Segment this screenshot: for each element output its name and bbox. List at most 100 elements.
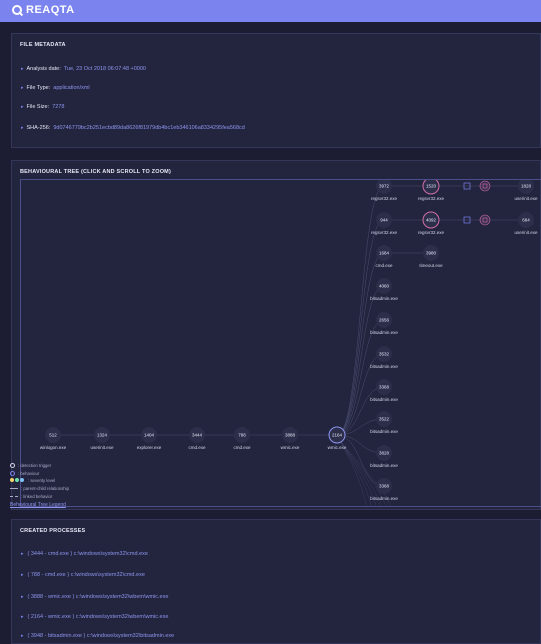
process-node[interactable]: 3444 cmd.exe [188, 427, 206, 450]
caret-icon: ▸ [21, 594, 24, 600]
process-node[interactable]: 3888 wmic.exe [281, 427, 300, 450]
file-metadata-heading: FILE METADATA [20, 42, 66, 48]
legend-linked: : linked behavior [10, 492, 69, 500]
node-name: winlogon.exe [40, 445, 67, 450]
node-pid: 3828 [379, 451, 390, 456]
node-name: bitsadmin.exe [370, 330, 398, 335]
behavioural-tree-panel: BEHAVIOURAL TREE (CLICK AND SCROLL TO ZO… [11, 160, 541, 510]
node-pid: 3522 [379, 417, 390, 422]
legend-label: : severity level [28, 478, 56, 484]
node-name: cmd.exe [188, 445, 206, 450]
metadata-value: 9d0746779bc2b251ecbd89da8626f81979db4bc1… [53, 125, 245, 131]
top-bar: REAQTA [0, 0, 541, 22]
node-name: timeout.exe [419, 263, 443, 268]
process-node[interactable]: 1324 userinit.exe [90, 427, 114, 450]
tree-graph[interactable]: 512 winlogon.exe 1324 userinit.exe 1404 explo… [21, 180, 541, 507]
process-node[interactable]: 3368 bitsadmin.exe [370, 478, 398, 501]
node-pid: 1520 [426, 184, 437, 189]
process-node[interactable]: 512 winlogon.exe [40, 427, 67, 450]
node-pid: 2656 [379, 318, 390, 323]
node-name: bitsadmin.exe [370, 364, 398, 369]
process-node[interactable]: 1684 cmd.exe [375, 245, 393, 268]
reaqta-logo[interactable]: REAQTA [12, 4, 75, 16]
process-node[interactable]: 3980 timeout.exe [419, 245, 443, 268]
behaviour-icon[interactable] [479, 180, 491, 192]
process-row[interactable]: ▸ ( 2164 - wmic.exe ) c:\windows\system3… [21, 614, 168, 620]
process-row[interactable]: ▸ ( 3888 - wmic.exe ) c:\windows\system3… [21, 594, 168, 600]
process-node[interactable]: 3532 bitsadmin.exe [370, 346, 398, 369]
created-processes-panel: CREATED PROCESSES ▸ ( 3444 - cmd.exe ) c… [11, 519, 541, 644]
caret-icon: ▸ [21, 633, 24, 639]
process-node[interactable]: 2164 wmic.exe [328, 426, 347, 450]
legend-label: : linked behavior [21, 493, 53, 499]
process-row[interactable]: ▸ ( 3948 - bitsadmin.exe ) c:\windows\sy… [21, 633, 174, 639]
node-pid: 944 [380, 218, 388, 223]
process-node[interactable]: 4060 bitsadmin.exe [370, 278, 398, 301]
node-pid: 3444 [192, 433, 203, 438]
metadata-value: Tue, 23 Oct 2018 06:07:48 +0000 [63, 66, 146, 72]
process-node[interactable]: 3972 regsvr32.exe [371, 180, 398, 201]
node-name: bitsadmin.exe [370, 429, 398, 434]
metadata-key: File Size: [26, 104, 50, 110]
node-name: cmd.exe [375, 263, 393, 268]
legend-severity: : severity level [10, 477, 69, 485]
line-icon [10, 488, 18, 490]
node-name: wmic.exe [328, 445, 347, 450]
caret-icon: ▸ [21, 614, 24, 620]
node-name: userinit.exe [90, 445, 114, 450]
node-pid: 1324 [97, 433, 108, 438]
node-name: regsvr32.exe [418, 230, 445, 235]
process-node[interactable]: 1404 explorer.exe [137, 427, 162, 450]
node-pid: 3368 [379, 484, 390, 489]
behaviour-icon[interactable] [479, 214, 491, 226]
legend-parent-child: : parent-child relationship [10, 485, 69, 493]
process-node[interactable]: 2656 bitsadmin.exe [370, 312, 398, 335]
caret-icon: ▸ [21, 125, 24, 131]
node-name: userinit.exe [514, 196, 538, 201]
process-node[interactable]: 3522 bitsadmin.exe [370, 411, 398, 434]
node-pid: 1828 [521, 184, 532, 189]
node-name: regsvr32.exe [371, 196, 398, 201]
process-node[interactable]: 4092 regsvr32.exe [418, 211, 445, 235]
caret-icon: ▸ [21, 66, 24, 72]
process-node[interactable]: 3828 bitsadmin.exe [370, 445, 398, 468]
node-pid: 512 [49, 433, 57, 438]
process-label: ( 2164 - wmic.exe ) c:\windows\system32\… [27, 614, 169, 620]
process-node[interactable]: 1828 userinit.exe [514, 180, 538, 201]
ring-icon [10, 470, 15, 476]
caret-icon: ▸ [21, 551, 24, 557]
metadata-value: 7278 [52, 104, 65, 110]
node-pid: 3972 [379, 184, 390, 189]
tree-canvas[interactable]: 512 winlogon.exe 1324 userinit.exe 1404 explo… [20, 179, 541, 507]
legend-detection: : detection trigger [10, 462, 69, 470]
node-pid: 3532 [379, 352, 390, 357]
process-row[interactable]: ▸ ( 3444 - cmd.exe ) c:\windows\system32… [21, 551, 148, 557]
dashed-line-icon [10, 495, 18, 497]
process-node[interactable]: 944 regsvr32.exe [371, 212, 398, 235]
metadata-row-sha256: ▸ SHA-256: 9d0746779bc2b251ecbd89da8626f… [21, 125, 245, 131]
process-label: ( 788 - cmd.exe ) c:\windows\system32\cm… [27, 572, 145, 578]
node-pid: 1404 [144, 433, 155, 438]
node-pid: 788 [238, 433, 246, 438]
metadata-value: application/xml [53, 85, 90, 91]
node-name: regsvr32.exe [371, 230, 398, 235]
node-name: bitsadmin.exe [370, 397, 398, 402]
process-row[interactable]: ▸ ( 788 - cmd.exe ) c:\windows\system32\… [21, 572, 145, 578]
node-pid: 2164 [332, 433, 343, 438]
legend-behaviour: : behaviour [10, 470, 69, 478]
logo-text: REAQTA [26, 4, 75, 16]
caret-icon: ▸ [21, 104, 24, 110]
node-name: explorer.exe [137, 445, 162, 450]
node-pid: 3980 [426, 251, 437, 256]
metadata-row-file-type: ▸ File Type: application/xml [21, 85, 90, 91]
ring-icon [10, 463, 15, 469]
behavioural-tree-heading: BEHAVIOURAL TREE (CLICK AND SCROLL TO ZO… [20, 169, 171, 175]
process-node[interactable]: 788 cmd.exe [233, 427, 251, 450]
process-node[interactable]: 684 userinit.exe [514, 212, 538, 235]
node-name: wmic.exe [281, 445, 300, 450]
process-label: ( 3948 - bitsadmin.exe ) c:\windows\syst… [27, 633, 175, 639]
process-node[interactable]: 1520 regsvr32.exe [418, 180, 445, 201]
file-metadata-panel: FILE METADATA ▸ Analysis date: Tue, 23 O… [11, 33, 541, 148]
tree-legend-link[interactable]: Behavioural Tree Legend [10, 502, 66, 508]
node-name: userinit.exe [514, 230, 538, 235]
